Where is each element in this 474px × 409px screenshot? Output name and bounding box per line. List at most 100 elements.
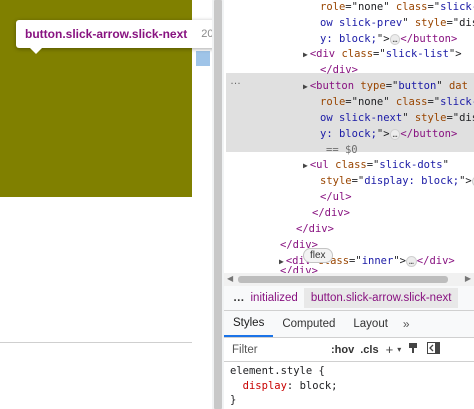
code-token: </div> [320,64,358,76]
code-token: style [414,112,447,124]
breadcrumb-more[interactable]: … [224,292,251,304]
toggle-sidebar-icon[interactable] [423,342,444,357]
code-token: style [414,17,447,29]
code-token: slick- [440,96,474,108]
dom-line[interactable]: </div> [312,206,350,222]
dom-line[interactable]: ▶ <button type="button" dat [303,79,468,95]
code-token: <button [309,80,361,92]
code-token: </div> [280,265,318,273]
element-highlight-overlay [196,51,210,66]
code-token: slick-list [385,48,449,60]
page-divider-line [0,342,192,343]
expand-arrow-icon[interactable]: ▶ [303,50,308,59]
code-token: slick- [440,1,474,13]
tab-styles[interactable]: Styles [224,311,274,337]
code-token: class [395,96,428,108]
hov-toggle[interactable]: :hov [328,344,357,356]
tab-layout[interactable]: Layout [344,311,397,337]
scrollbar-thumb[interactable] [238,276,448,283]
elements-horizontal-scrollbar[interactable]: ◀ ▶ [224,273,474,286]
dom-line[interactable]: </div> [280,264,318,273]
code-token: " [442,159,449,171]
page-viewport: button.slick-arrow.slick-next 20 × 20 [0,0,247,409]
code-token: ow slick-next [320,112,403,124]
tabs-more-icon[interactable]: » [397,311,416,337]
code-token: button [398,80,437,92]
dom-line[interactable]: y: block;">… </button> [320,32,457,48]
code-token: ow slick-prev [320,17,403,29]
dom-line[interactable]: == $0 [326,143,358,159]
code-token: =" [366,159,380,171]
code-token: "> [376,128,390,140]
code-token: class [335,159,367,171]
code-token: <div [309,48,342,60]
code-token: role [320,96,346,108]
code-token: role [320,1,346,13]
tooltip-selector: button.slick-arrow.slick-next [25,27,188,41]
node-menu-dots[interactable]: … [230,74,241,90]
expand-arrow-icon[interactable]: ▶ [303,161,308,170]
collapsed-content-pill[interactable]: … [389,128,401,140]
paint-brush-icon[interactable] [403,342,423,357]
splitter-handle[interactable] [214,0,222,409]
code-token: </ul> [320,191,352,203]
code-token: =" [351,175,365,187]
expand-arrow-icon[interactable]: ▶ [303,82,308,91]
code-token: </button> [400,33,458,45]
dom-line[interactable]: </ul> [320,190,352,206]
code-token: slick-dots [379,159,443,171]
tab-computed[interactable]: Computed [273,311,344,337]
code-token: dat [448,80,468,92]
dom-line[interactable]: y: block;">… </button> [320,127,457,143]
code-token: =" [373,48,386,60]
breadcrumb-item-initialized[interactable]: initialized [251,292,304,304]
code-token: =" [427,96,441,108]
dom-line[interactable]: </div> [296,222,334,238]
filter-input[interactable] [232,339,328,360]
code-token: inner [361,255,394,267]
code-token: "> [376,33,390,45]
dom-line[interactable]: ow slick-next" style="displ [320,111,474,127]
code-token: y: block; [320,33,377,45]
elements-tree[interactable]: … role="none" class="slick-ow slick-prev… [224,0,474,273]
collapsed-content-pill[interactable]: … [405,255,417,267]
dom-line[interactable]: role="none" class="slick- [320,0,474,16]
code-token: </div> [416,255,455,267]
panel-splitter[interactable] [212,0,224,409]
style-value[interactable]: block; [300,380,338,392]
code-token: </button> [400,128,458,140]
devtools-panel: … role="none" class="slick-ow slick-prev… [224,0,474,409]
code-token: display: block; [364,175,460,187]
dom-line[interactable]: ▶ <div class="slick-list"> [303,47,462,63]
style-rule-close: } [230,394,237,406]
code-token: " [402,112,415,124]
code-token: ="displ [446,112,474,124]
dom-line[interactable]: role="none" class="slick- [320,95,474,111]
code-token: "> [459,175,472,187]
styles-filter-bar: :hov .cls + ▾ [224,338,474,362]
style-declaration[interactable]: display: block; [230,379,474,394]
code-token: == $0 [326,144,358,156]
code-token: y: block; [320,128,377,140]
scroll-right-icon[interactable]: ▶ [465,274,471,283]
code-token: type [360,80,386,92]
style-rule-selector[interactable]: element.style { [230,364,474,379]
code-token: =" [349,255,362,267]
style-property[interactable]: display [243,380,287,392]
code-token: class [395,1,428,13]
styles-pane: element.style { display: block; } [224,362,474,409]
dom-line[interactable]: ▶ <ul class="slick-dots" [303,158,449,174]
flex-badge[interactable]: flex [303,248,333,263]
dom-line[interactable]: style="display: block;">…</ [320,174,474,190]
add-rule-icon[interactable]: + [382,342,398,357]
cls-toggle[interactable]: .cls [357,344,381,356]
dom-line[interactable]: </div> [320,63,358,79]
code-token: =" [427,1,441,13]
code-token: =" [385,80,399,92]
code-token: " [436,80,449,92]
collapsed-content-pill[interactable]: … [389,33,401,45]
breadcrumb-item-selected[interactable]: button.slick-arrow.slick-next [303,288,459,308]
code-token: ="none" [345,96,396,108]
dom-line[interactable]: ow slick-prev" style="displ [320,16,474,32]
scroll-left-icon[interactable]: ◀ [227,274,233,283]
